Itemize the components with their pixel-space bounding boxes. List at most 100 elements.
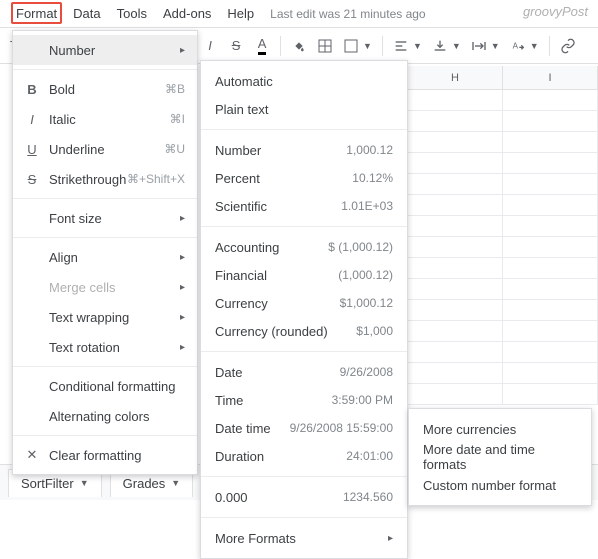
label: More currencies [423,422,516,437]
italic-icon: I [23,112,41,127]
horizontal-align-button[interactable]: ▼ [389,33,426,59]
example: 24:01:00 [346,449,393,463]
label: Date [215,365,340,380]
label: Duration [215,449,346,464]
edit-status: Last edit was 21 minutes ago [270,7,425,21]
format-rotation-label: Text rotation [49,340,176,355]
format-alternating-colors[interactable]: Alternating colors [13,401,197,431]
format-conditional-label: Conditional formatting [49,379,185,394]
label: Accounting [215,240,328,255]
separator [201,517,407,518]
chevron-right-icon: ▸ [180,45,185,56]
numfmt-more-formats[interactable]: More Formats▸ [201,524,407,552]
custom-number-format[interactable]: Custom number format [409,471,591,499]
format-alternating-label: Alternating colors [49,409,185,424]
format-bold[interactable]: B Bold ⌘B [13,74,197,104]
numfmt-number[interactable]: Number1,000.12 [201,136,407,164]
format-clear-label: Clear formatting [49,448,185,463]
chevron-down-icon: ▼ [530,41,539,51]
numfmt-plain-text[interactable]: Plain text [201,95,407,123]
tab-label: SortFilter [21,476,74,491]
numfmt-currency-rounded[interactable]: Currency (rounded)$1,000 [201,317,407,345]
column-header[interactable]: I [503,66,598,89]
format-merge-cells: Merge cells ▸ [13,272,197,302]
numfmt-date[interactable]: Date9/26/2008 [201,358,407,386]
watermark-text: groovyPost [523,4,588,19]
numfmt-currency[interactable]: Currency$1,000.12 [201,289,407,317]
format-strike-label: Strikethrough [49,172,127,187]
text-wrap-button[interactable]: ▼ [467,33,504,59]
example: 9/26/2008 [340,365,393,379]
example: $1,000 [356,324,393,338]
italic-button[interactable]: I [198,33,222,59]
format-clear-formatting[interactable]: ✕ Clear formatting [13,440,197,470]
chevron-down-icon: ▼ [171,478,180,488]
example: 9/26/2008 15:59:00 [290,421,393,435]
format-merge-label: Merge cells [49,280,176,295]
chevron-down-icon: ▼ [452,41,461,51]
format-italic-label: Italic [49,112,170,127]
format-wrap-label: Text wrapping [49,310,176,325]
format-font-size[interactable]: Font size ▸ [13,203,197,233]
number-format-menu: Automatic Plain text Number1,000.12 Perc… [200,60,408,559]
shortcut-text: ⌘B [165,82,185,96]
format-strikethrough[interactable]: S Strikethrough ⌘+Shift+X [13,164,197,194]
example: 10.12% [352,171,393,185]
label: Plain text [215,102,393,117]
format-underline[interactable]: U Underline ⌘U [13,134,197,164]
menu-tools[interactable]: Tools [109,2,155,25]
numfmt-date-time[interactable]: Date time9/26/2008 15:59:00 [201,414,407,442]
strikethrough-button[interactable]: S [224,33,248,59]
menu-addons[interactable]: Add-ons [155,2,219,25]
example: 1.01E+03 [341,199,393,213]
format-number[interactable]: Number ▸ [13,35,197,65]
format-conditional-formatting[interactable]: Conditional formatting [13,371,197,401]
separator [201,226,407,227]
chevron-right-icon: ▸ [180,213,185,224]
numfmt-financial[interactable]: Financial(1,000.12) [201,261,407,289]
spreadsheet-grid[interactable]: H I [408,66,598,460]
format-italic[interactable]: I Italic ⌘I [13,104,197,134]
menubar: Format Data Tools Add-ons Help Last edit… [0,0,598,28]
strikethrough-icon: S [23,172,41,187]
numfmt-percent[interactable]: Percent10.12% [201,164,407,192]
insert-link-button[interactable] [556,33,580,59]
format-text-rotation[interactable]: Text rotation ▸ [13,332,197,362]
numfmt-custom-zero[interactable]: 0.0001234.560 [201,483,407,511]
menu-format[interactable]: Format [8,2,65,25]
more-date-time-formats[interactable]: More date and time formats [409,443,591,471]
format-number-label: Number [49,43,176,58]
shortcut-text: ⌘U [164,142,185,156]
text-rotation-button[interactable]: A ▼ [506,33,543,59]
label: 0.000 [215,490,343,505]
numfmt-time[interactable]: Time3:59:00 PM [201,386,407,414]
example: 1234.560 [343,490,393,504]
chevron-right-icon: ▸ [180,312,185,323]
label: Custom number format [423,478,556,493]
numfmt-accounting[interactable]: Accounting$ (1,000.12) [201,233,407,261]
format-underline-label: Underline [49,142,164,157]
vertical-align-button[interactable]: ▼ [428,33,465,59]
format-text-wrapping[interactable]: Text wrapping ▸ [13,302,197,332]
menu-help[interactable]: Help [219,2,262,25]
chevron-down-icon: ▼ [80,478,89,488]
numfmt-duration[interactable]: Duration24:01:00 [201,442,407,470]
separator [549,36,550,56]
borders-button[interactable] [313,33,337,59]
numfmt-scientific[interactable]: Scientific1.01E+03 [201,192,407,220]
separator [382,36,383,56]
format-align-label: Align [49,250,176,265]
label: Number [215,143,346,158]
format-align[interactable]: Align ▸ [13,242,197,272]
label: Time [215,393,332,408]
svg-text:A: A [512,41,518,50]
chevron-right-icon: ▸ [388,533,393,544]
text-color-button[interactable]: A [250,33,274,59]
numfmt-automatic[interactable]: Automatic [201,67,407,95]
fill-color-button[interactable] [287,33,311,59]
menu-data[interactable]: Data [65,2,108,25]
merge-button[interactable]: ▼ [339,33,376,59]
bold-icon: B [23,82,41,97]
column-header[interactable]: H [408,66,503,89]
more-currencies[interactable]: More currencies [409,415,591,443]
